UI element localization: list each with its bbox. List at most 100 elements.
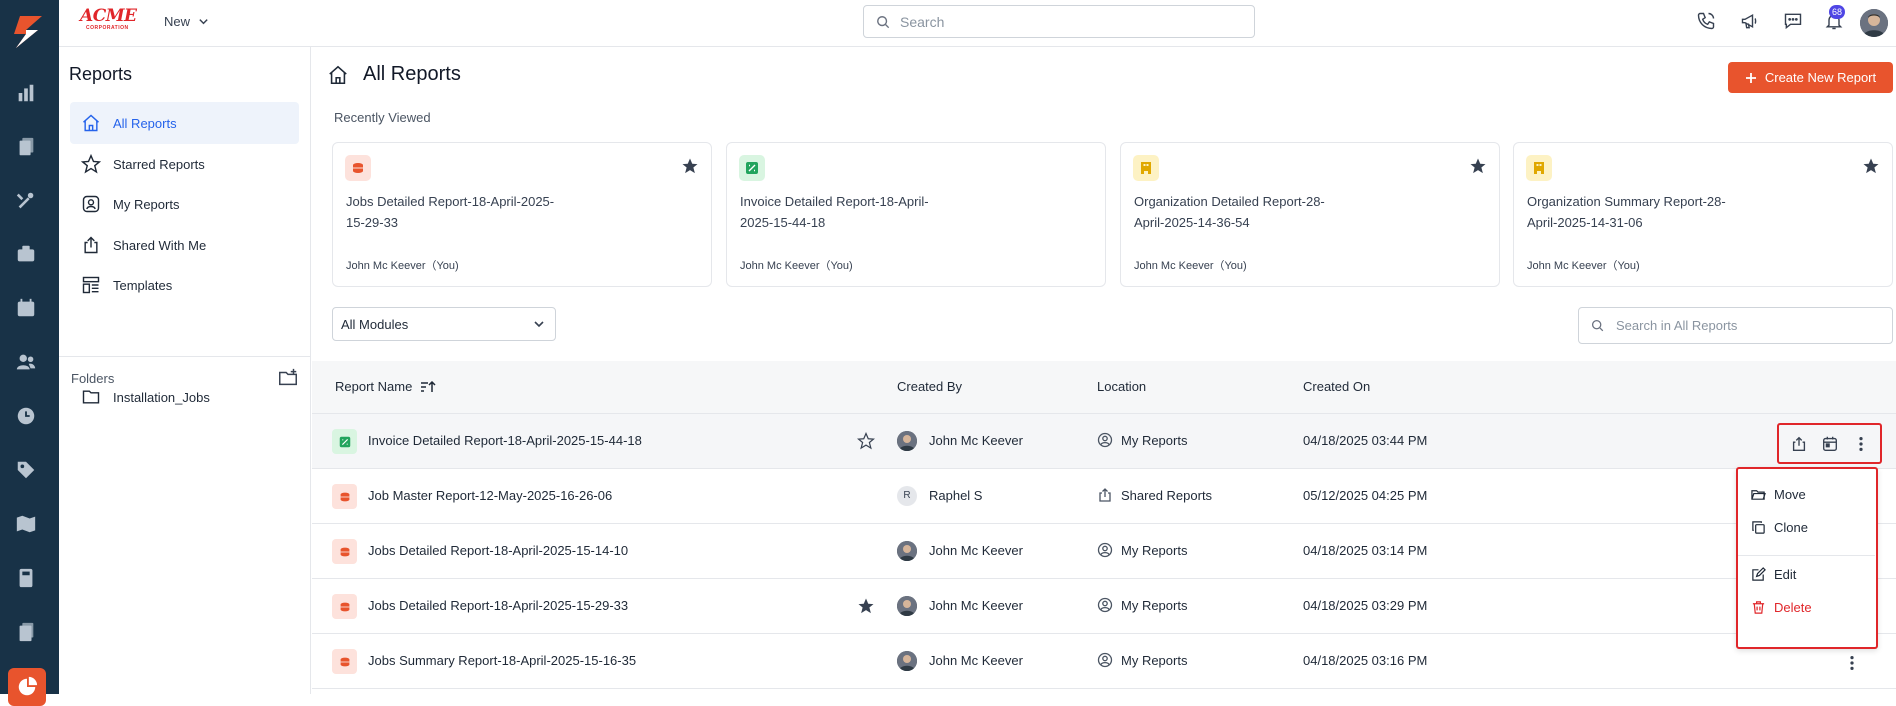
menu-item-move[interactable]: Move bbox=[1751, 487, 1806, 502]
user-circle-icon bbox=[1097, 432, 1113, 448]
sidebar-title: Reports bbox=[69, 64, 133, 84]
new-dropdown-button[interactable]: New bbox=[164, 14, 209, 29]
avatar bbox=[897, 596, 917, 616]
folder-item-installation-jobs[interactable]: Installation_Jobs bbox=[70, 376, 299, 418]
table-row[interactable]: Jobs Summary Report-18-April-2025-15-16-… bbox=[312, 634, 1896, 689]
announcement-icon[interactable] bbox=[1740, 11, 1762, 33]
user-circle-icon bbox=[1097, 652, 1113, 668]
sidebar-item-my-reports[interactable]: My Reports bbox=[70, 183, 299, 225]
edit-icon bbox=[1752, 567, 1766, 581]
report-context-menu: Move Clone Edit Delete bbox=[1736, 467, 1878, 649]
trash-icon bbox=[1752, 601, 1765, 614]
table-row[interactable]: Job Master Report-12-May-2025-16-26-06 R… bbox=[312, 469, 1896, 524]
tasks-icon[interactable] bbox=[15, 136, 39, 160]
tools-icon[interactable] bbox=[15, 190, 39, 214]
report-search[interactable] bbox=[1578, 307, 1893, 344]
schedule-calendar-icon[interactable] bbox=[1820, 434, 1840, 454]
clock-icon[interactable] bbox=[15, 405, 39, 429]
report-name-link[interactable]: Invoice Detailed Report-18-April-2025-15… bbox=[368, 433, 642, 448]
column-created-by[interactable]: Created By bbox=[897, 379, 962, 394]
column-label: Report Name bbox=[335, 379, 413, 394]
star-filled-icon[interactable] bbox=[857, 597, 875, 615]
users-icon[interactable] bbox=[15, 351, 39, 375]
table-row[interactable]: Invoice Detailed Report-18-April-2025-15… bbox=[312, 414, 1896, 469]
more-options-icon[interactable] bbox=[1849, 654, 1863, 674]
star-outline-icon[interactable] bbox=[857, 432, 875, 450]
created-on: 04/18/2025 03:16 PM bbox=[1303, 653, 1428, 668]
main-content: All Reports Create New Report Recently V… bbox=[312, 47, 1896, 694]
user-avatar[interactable] bbox=[1860, 9, 1888, 37]
report-name-link[interactable]: Jobs Detailed Report-18-April-2025-15-29… bbox=[368, 598, 628, 613]
sidebar-item-label: My Reports bbox=[113, 196, 180, 212]
create-new-report-button[interactable]: Create New Report bbox=[1728, 62, 1893, 93]
organization-report-icon bbox=[1526, 155, 1552, 181]
brand-logo[interactable]: ACME CORPORATION bbox=[80, 7, 144, 35]
avatar bbox=[897, 541, 917, 561]
app-logo-icon[interactable] bbox=[12, 14, 46, 50]
menu-item-clone[interactable]: Clone bbox=[1751, 520, 1808, 535]
column-report-name[interactable]: Report Name bbox=[335, 379, 436, 394]
table-row[interactable]: Jobs Detailed Report-18-April-2025-15-14… bbox=[312, 524, 1896, 579]
sidebar-item-starred-reports[interactable]: Starred Reports bbox=[70, 143, 299, 185]
jobs-report-icon bbox=[332, 649, 357, 674]
column-created-on[interactable]: Created On bbox=[1303, 379, 1370, 394]
card-owner: John Mc Keever（You) bbox=[1134, 260, 1247, 272]
notification-count-badge: 68 bbox=[1829, 5, 1846, 19]
documents-icon[interactable] bbox=[15, 621, 39, 645]
app-rail bbox=[0, 0, 59, 706]
column-location[interactable]: Location bbox=[1097, 379, 1146, 394]
report-search-input[interactable] bbox=[1616, 318, 1876, 333]
home-icon bbox=[329, 65, 347, 84]
sort-icon[interactable] bbox=[420, 380, 436, 394]
analytics-icon[interactable] bbox=[15, 82, 39, 106]
star-filled-icon[interactable] bbox=[1862, 157, 1880, 175]
search-icon bbox=[1591, 319, 1604, 332]
map-icon[interactable] bbox=[15, 513, 39, 537]
avatar: R bbox=[897, 486, 917, 506]
recent-report-card[interactable]: Organization Summary Report-28-April-202… bbox=[1513, 142, 1893, 287]
report-name-link[interactable]: Jobs Summary Report-18-April-2025-15-16-… bbox=[368, 653, 636, 668]
recent-report-card[interactable]: Invoice Detailed Report-18-April-2025-15… bbox=[726, 142, 1106, 287]
page-title: All Reports bbox=[327, 63, 461, 86]
share-icon bbox=[84, 236, 98, 254]
menu-item-delete[interactable]: Delete bbox=[1751, 600, 1812, 615]
share-icon[interactable] bbox=[1789, 434, 1809, 454]
reports-icon[interactable] bbox=[8, 668, 46, 706]
calculator-icon[interactable] bbox=[15, 567, 39, 591]
top-bar: ACME CORPORATION New 68 bbox=[59, 0, 1896, 47]
jobs-report-icon bbox=[332, 594, 357, 619]
row-actions bbox=[1777, 423, 1882, 464]
phone-icon[interactable] bbox=[1696, 11, 1718, 33]
report-name-link[interactable]: Job Master Report-12-May-2025-16-26-06 bbox=[368, 488, 612, 503]
global-search[interactable] bbox=[863, 5, 1255, 38]
more-options-icon[interactable] bbox=[1851, 434, 1871, 454]
folder-label: Installation_Jobs bbox=[113, 389, 210, 405]
card-title: Invoice Detailed Report-18-April-2025-15… bbox=[740, 194, 929, 230]
menu-item-label: Edit bbox=[1774, 567, 1797, 582]
global-search-input[interactable] bbox=[900, 13, 1240, 30]
recent-report-card[interactable]: Organization Detailed Report-28-April-20… bbox=[1120, 142, 1500, 287]
home-icon bbox=[83, 114, 99, 132]
user-icon bbox=[82, 195, 100, 213]
table-row[interactable]: Jobs Detailed Report-18-April-2025-15-29… bbox=[312, 579, 1896, 634]
chat-icon[interactable] bbox=[1783, 11, 1805, 33]
menu-item-edit[interactable]: Edit bbox=[1751, 567, 1796, 582]
sidebar-item-templates[interactable]: Templates bbox=[70, 264, 299, 306]
report-name-link[interactable]: Jobs Detailed Report-18-April-2025-15-14… bbox=[368, 543, 628, 558]
sidebar-item-label: Templates bbox=[113, 277, 173, 293]
sidebar-item-shared-with-me[interactable]: Shared With Me bbox=[70, 224, 299, 266]
sidebar-item-all-reports[interactable]: All Reports bbox=[70, 102, 299, 144]
jobs-report-icon bbox=[345, 155, 371, 181]
star-filled-icon[interactable] bbox=[1469, 157, 1487, 175]
module-filter-select[interactable]: All Modules bbox=[332, 307, 556, 341]
menu-item-label: Move bbox=[1774, 487, 1806, 502]
created-by: John Mc Keever bbox=[929, 543, 1023, 558]
tag-icon[interactable] bbox=[15, 459, 39, 483]
search-icon bbox=[877, 15, 890, 28]
recent-report-card[interactable]: Jobs Detailed Report-18-April-2025-15-29… bbox=[332, 142, 712, 287]
card-title: Organization Summary Report-28-April-202… bbox=[1527, 194, 1726, 230]
star-filled-icon[interactable] bbox=[681, 157, 699, 175]
created-on: 05/12/2025 04:25 PM bbox=[1303, 488, 1428, 503]
briefcase-icon[interactable] bbox=[15, 243, 39, 267]
calendar-icon[interactable] bbox=[15, 297, 39, 321]
